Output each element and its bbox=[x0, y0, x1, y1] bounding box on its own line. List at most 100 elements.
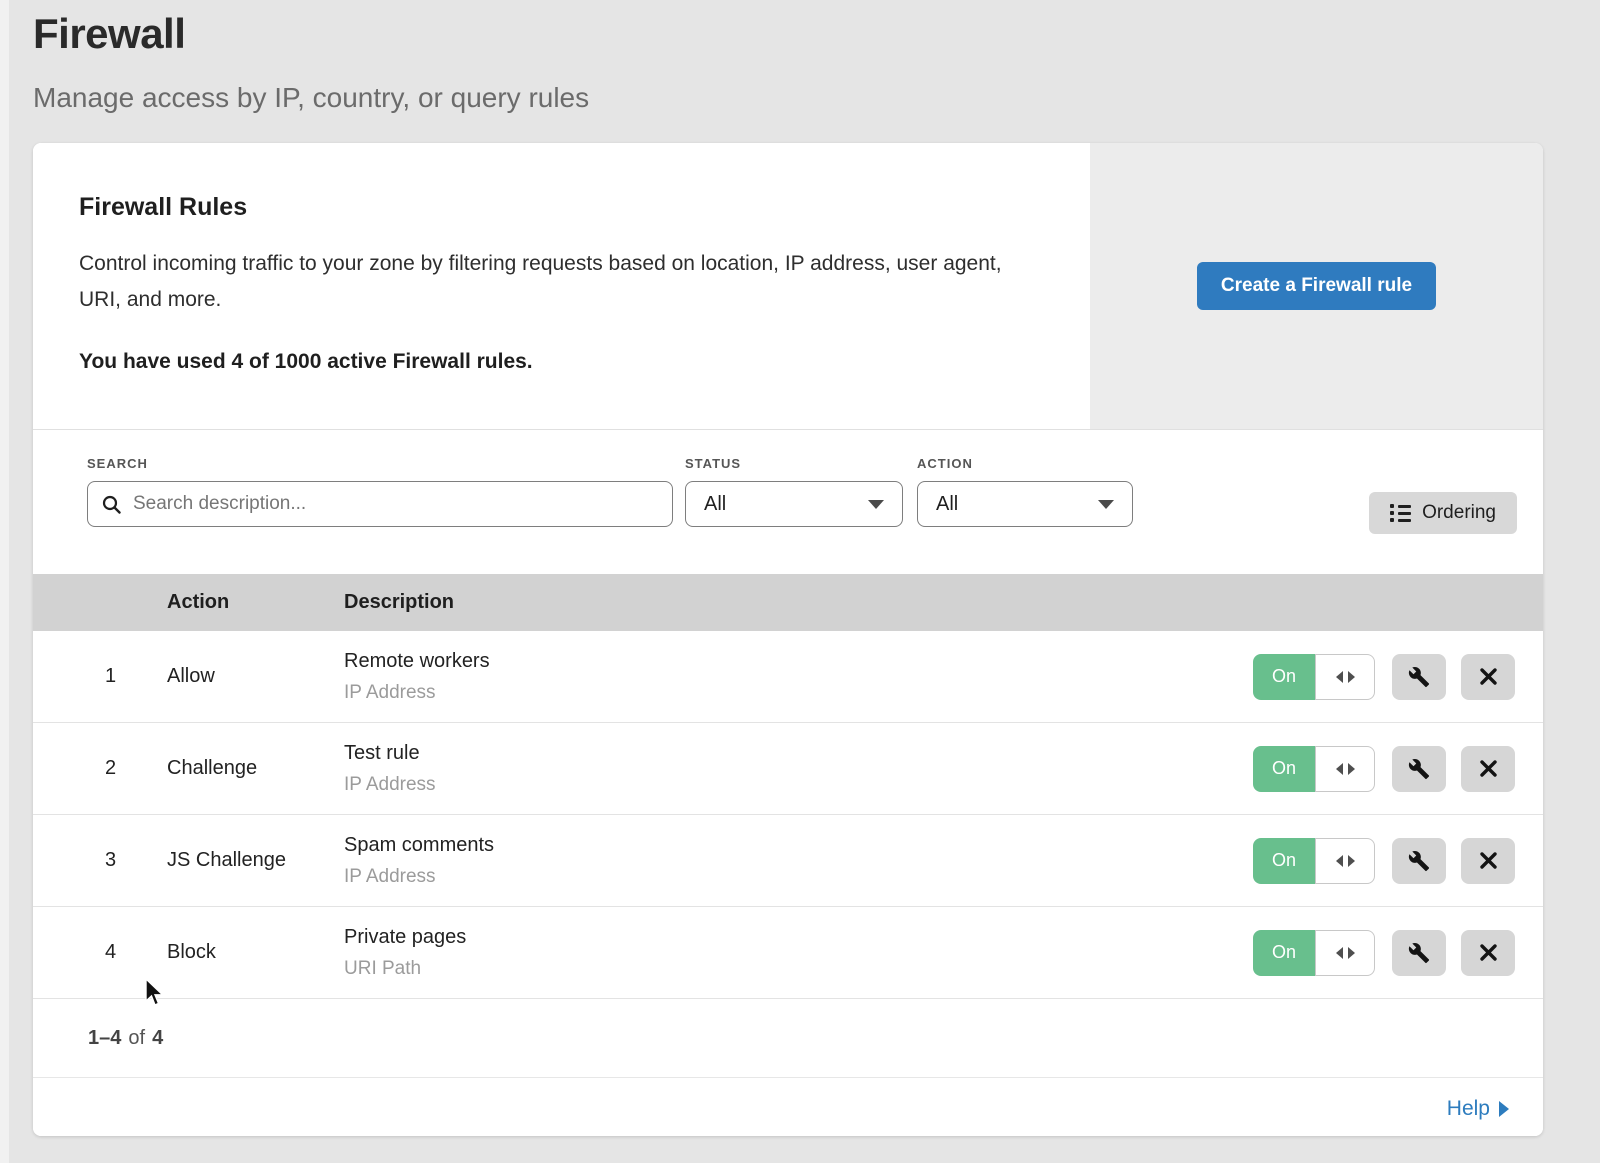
rule-controls: On bbox=[1253, 746, 1543, 792]
arrow-right-icon bbox=[1348, 855, 1355, 867]
close-icon bbox=[1479, 851, 1498, 870]
rule-description-cell: Test rule IP Address bbox=[344, 742, 1253, 796]
table-row: 4 Block Private pages URI Path On bbox=[33, 907, 1543, 999]
table-row: 3 JS Challenge Spam comments IP Address … bbox=[33, 815, 1543, 907]
delete-rule-button[interactable] bbox=[1461, 654, 1515, 700]
rule-enabled-toggle[interactable]: On bbox=[1253, 746, 1375, 792]
rule-priority: 4 bbox=[33, 941, 167, 964]
arrow-left-icon bbox=[1336, 947, 1343, 959]
toggle-on-label: On bbox=[1253, 838, 1315, 884]
rule-description: Test rule bbox=[344, 742, 1253, 765]
action-label: ACTION bbox=[917, 456, 1133, 471]
pagination-of: of bbox=[128, 1027, 145, 1050]
delete-rule-button[interactable] bbox=[1461, 930, 1515, 976]
edit-rule-button[interactable] bbox=[1392, 838, 1446, 884]
search-icon bbox=[102, 495, 121, 514]
delete-rule-button[interactable] bbox=[1461, 746, 1515, 792]
pagination-range: 1–4 bbox=[88, 1027, 121, 1050]
table-header: Action Description bbox=[33, 574, 1543, 631]
search-input[interactable] bbox=[131, 492, 658, 516]
wrench-icon bbox=[1408, 758, 1430, 780]
action-select[interactable]: All bbox=[917, 481, 1133, 527]
ordering-list-icon bbox=[1390, 504, 1411, 522]
rule-match-type: IP Address bbox=[344, 774, 1253, 796]
arrow-right-icon bbox=[1348, 947, 1355, 959]
section-description: Control incoming traffic to your zone by… bbox=[79, 246, 1039, 318]
close-icon bbox=[1479, 759, 1498, 778]
rule-controls: On bbox=[1253, 654, 1543, 700]
column-description: Description bbox=[344, 591, 1543, 614]
status-select[interactable]: All bbox=[685, 481, 903, 527]
rule-priority: 1 bbox=[33, 665, 167, 688]
usage-summary: You have used 4 of 1000 active Firewall … bbox=[79, 350, 1044, 374]
rule-match-type: URI Path bbox=[344, 958, 1253, 980]
pagination-row: 1–4 of 4 bbox=[33, 999, 1543, 1078]
arrow-left-icon bbox=[1336, 763, 1343, 775]
rule-description-cell: Private pages URI Path bbox=[344, 926, 1253, 980]
help-arrow-icon bbox=[1499, 1101, 1509, 1117]
ordering-button[interactable]: Ordering bbox=[1369, 492, 1517, 534]
help-link-label: Help bbox=[1447, 1097, 1490, 1121]
rule-match-type: IP Address bbox=[344, 866, 1253, 888]
edit-rule-button[interactable] bbox=[1392, 654, 1446, 700]
ordering-button-label: Ordering bbox=[1422, 502, 1496, 524]
toggle-handle[interactable] bbox=[1315, 838, 1375, 884]
help-link[interactable]: Help bbox=[1447, 1097, 1509, 1121]
pagination-total: 4 bbox=[152, 1027, 163, 1050]
chevron-down-icon bbox=[1098, 500, 1114, 509]
toggle-on-label: On bbox=[1253, 746, 1315, 792]
table-row: 1 Allow Remote workers IP Address On bbox=[33, 631, 1543, 723]
toggle-handle[interactable] bbox=[1315, 930, 1375, 976]
toggle-handle[interactable] bbox=[1315, 746, 1375, 792]
arrow-right-icon bbox=[1348, 763, 1355, 775]
wrench-icon bbox=[1408, 666, 1430, 688]
rule-enabled-toggle[interactable]: On bbox=[1253, 838, 1375, 884]
toggle-on-label: On bbox=[1253, 930, 1315, 976]
intro-section: Firewall Rules Control incoming traffic … bbox=[33, 143, 1543, 430]
wrench-icon bbox=[1408, 942, 1430, 964]
rule-action: Block bbox=[167, 941, 344, 964]
search-box[interactable] bbox=[87, 481, 673, 527]
rule-action: Challenge bbox=[167, 757, 344, 780]
create-firewall-rule-button[interactable]: Create a Firewall rule bbox=[1197, 262, 1436, 310]
arrow-left-icon bbox=[1336, 855, 1343, 867]
rule-description: Private pages bbox=[344, 926, 1253, 949]
create-rule-panel: Create a Firewall rule bbox=[1090, 143, 1543, 429]
rule-description-cell: Remote workers IP Address bbox=[344, 650, 1253, 704]
arrow-right-icon bbox=[1348, 671, 1355, 683]
wrench-icon bbox=[1408, 850, 1430, 872]
page-title: Firewall bbox=[33, 10, 1600, 58]
rule-description-cell: Spam comments IP Address bbox=[344, 834, 1253, 888]
rule-enabled-toggle[interactable]: On bbox=[1253, 930, 1375, 976]
arrow-left-icon bbox=[1336, 671, 1343, 683]
edit-rule-button[interactable] bbox=[1392, 746, 1446, 792]
toggle-on-label: On bbox=[1253, 654, 1315, 700]
edit-rule-button[interactable] bbox=[1392, 930, 1446, 976]
rule-description: Spam comments bbox=[344, 834, 1253, 857]
rule-enabled-toggle[interactable]: On bbox=[1253, 654, 1375, 700]
rule-match-type: IP Address bbox=[344, 682, 1253, 704]
firewall-rules-card: Firewall Rules Control incoming traffic … bbox=[33, 143, 1543, 1136]
delete-rule-button[interactable] bbox=[1461, 838, 1515, 884]
search-label: SEARCH bbox=[87, 456, 673, 471]
rule-priority: 2 bbox=[33, 757, 167, 780]
rule-action: JS Challenge bbox=[167, 849, 344, 872]
close-icon bbox=[1479, 667, 1498, 686]
rule-description: Remote workers bbox=[344, 650, 1253, 673]
status-label: STATUS bbox=[685, 456, 903, 471]
close-icon bbox=[1479, 943, 1498, 962]
column-action: Action bbox=[167, 591, 344, 614]
window-edge-strip bbox=[0, 0, 9, 1163]
rule-controls: On bbox=[1253, 930, 1543, 976]
rule-action: Allow bbox=[167, 665, 344, 688]
action-selected-value: All bbox=[936, 493, 958, 516]
table-row: 2 Challenge Test rule IP Address On bbox=[33, 723, 1543, 815]
filters-bar: SEARCH STATUS All ACTION All bbox=[33, 430, 1543, 574]
toggle-handle[interactable] bbox=[1315, 654, 1375, 700]
status-selected-value: All bbox=[704, 493, 726, 516]
rule-priority: 3 bbox=[33, 849, 167, 872]
section-heading: Firewall Rules bbox=[79, 193, 1044, 222]
help-row: Help bbox=[33, 1078, 1543, 1136]
chevron-down-icon bbox=[868, 500, 884, 509]
page-header: Firewall Manage access by IP, country, o… bbox=[0, 0, 1600, 114]
